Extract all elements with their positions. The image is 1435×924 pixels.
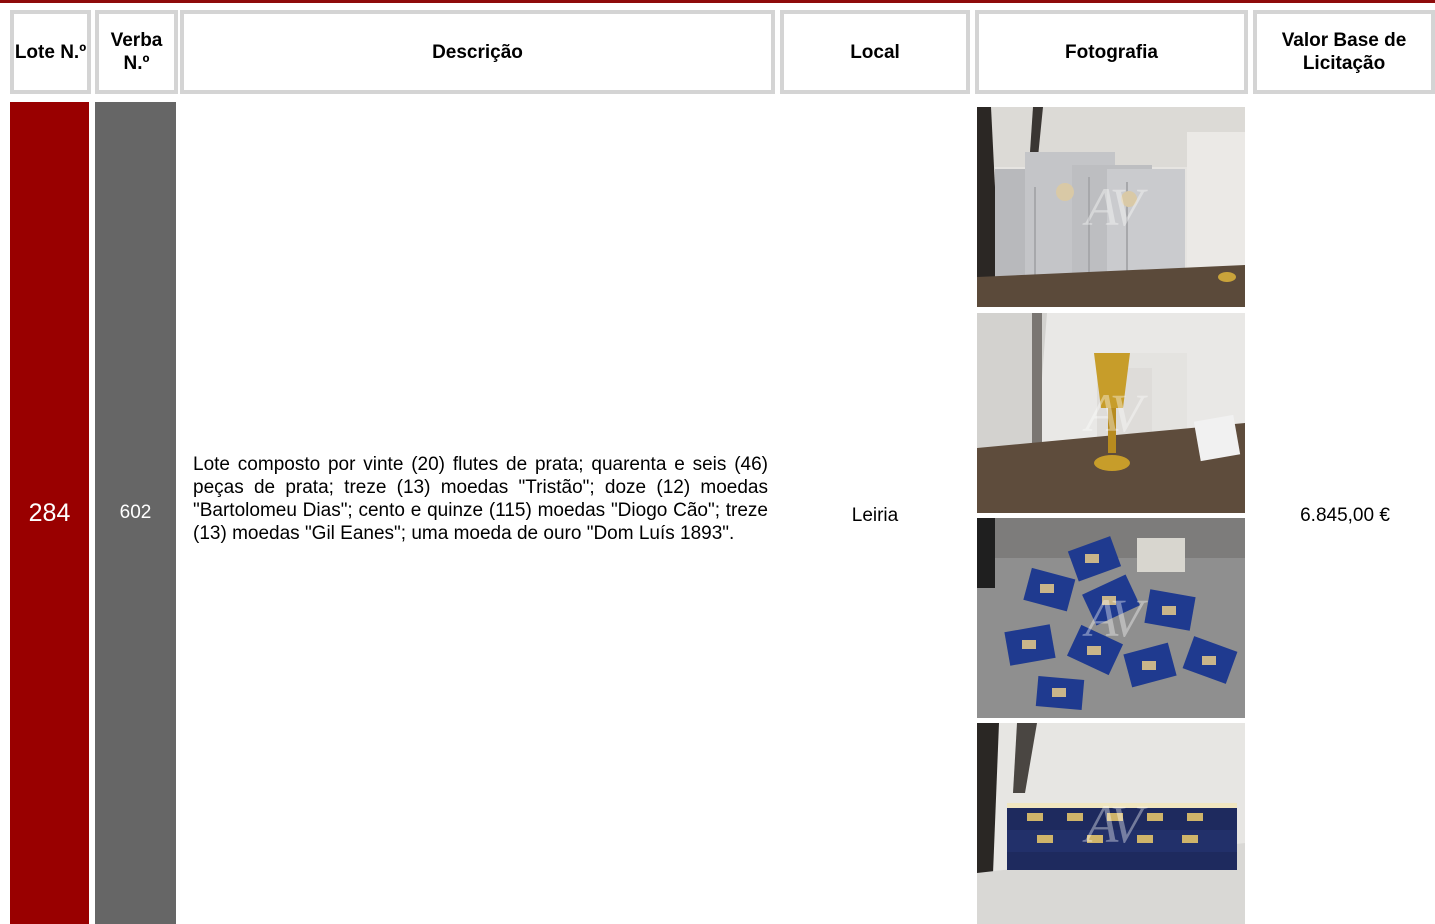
description-text: Lote composto por vinte (20) flutes de p… [193,454,768,544]
watermark-logo: AV [1085,177,1142,237]
stacked-blue-coin-cases-photo[interactable]: AV [977,723,1245,924]
header-verba: Verba N.º [95,10,178,94]
watermark-logo: AV [1085,383,1142,443]
header-fotografia: Fotografia [975,10,1248,94]
header-valor: Valor Base de Licitação [1253,10,1435,94]
base-value-text: 6.845,00 € [1300,505,1390,526]
lote-number: 284 [28,498,71,527]
header-lote: Lote N.º [10,10,91,94]
verba-number: 602 [119,502,152,523]
lote-cell: 284 [10,102,89,924]
location-text: Leiria [851,505,899,526]
blue-coin-cases-on-floor-photo[interactable]: AV [977,518,1245,718]
gold-chalice-and-boxes-photo[interactable]: AV [977,313,1245,513]
watermark-logo: AV [1085,588,1142,648]
verba-cell: 602 [95,102,176,924]
silver-gift-boxes-on-shelf-photo[interactable]: AV [977,107,1245,307]
header-descricao: Descrição [180,10,775,94]
watermark-logo: AV [1085,793,1142,854]
header-local: Local [780,10,970,94]
top-rule [0,0,1435,3]
